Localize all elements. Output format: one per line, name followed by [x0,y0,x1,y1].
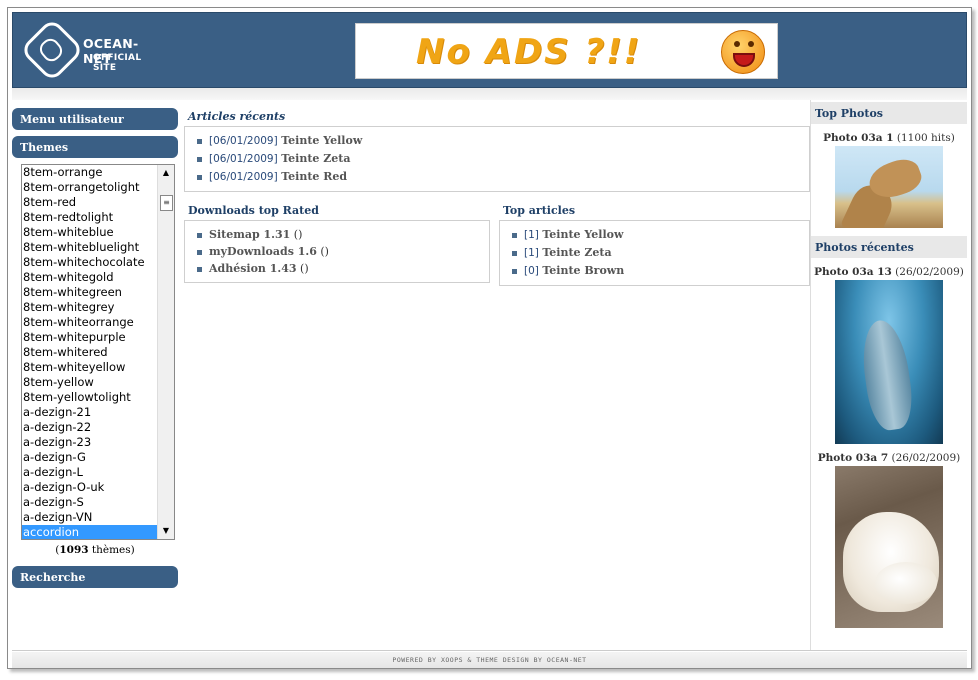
scroll-thumb[interactable]: ≡ [160,195,173,211]
top-articles-block: Top articles [1] Teinte Yellow [1] Teint… [499,202,810,286]
theme-option[interactable]: a-dezign-L [22,465,158,480]
recherche-title[interactable]: Recherche [12,566,178,588]
theme-option[interactable]: a-dezign-O-uk [22,480,158,495]
list-item[interactable]: [1] Teinte Yellow [512,226,809,244]
theme-option[interactable]: 8tem-orrange [22,165,158,180]
theme-option[interactable]: a-dezign-23 [22,435,158,450]
theme-option[interactable]: 8tem-whitered [22,345,158,360]
recent-photo-caption: Photo 03a 7 (26/02/2009) [817,452,961,464]
main-content: Articles récents [06/01/2009] Teinte Yel… [184,108,810,286]
theme-option[interactable]: 8tem-whitebluelight [22,240,158,255]
polar-bear-photo[interactable] [835,466,943,628]
bullet-icon [197,266,202,272]
footer-divider [12,650,967,651]
right-sidebar: Top Photos Photo 03a 1 (1100 hits) Photo… [810,100,967,650]
list-item[interactable]: Sitemap 1.31 () [197,226,489,243]
bullet-icon [197,249,202,255]
theme-count-number: 1093 [59,544,89,556]
theme-option[interactable]: a-dezign-G [22,450,158,465]
camel-photo[interactable] [835,146,943,228]
theme-items: 8tem-orrange 8tem-orrangetolight 8tem-red 8… [22,165,158,539]
mouth-icon [733,53,755,67]
theme-option[interactable]: a-dezign-VN [22,510,158,525]
dolphin-photo[interactable] [835,280,943,444]
logo-subtitle: OFFICIAL SITE [93,53,142,73]
eye-icon [748,41,754,47]
top-photo-caption: Photo 03a 1 (1100 hits) [823,132,955,144]
shocked-smiley-icon [721,30,765,74]
bullet-icon [197,232,202,238]
downloads-block: Downloads top Rated Sitemap 1.31 () myDo… [184,202,490,283]
list-item[interactable]: [06/01/2009] Teinte Yellow [197,132,809,150]
theme-option[interactable]: 8tem-red [22,195,158,210]
site-header: OCEAN-NET OFFICIAL SITE No ADS ?!! [12,12,967,88]
ad-banner[interactable]: No ADS ?!! [355,23,778,79]
recent-photos-title: Photos récentes [811,236,967,258]
list-item[interactable]: Adhésion 1.43 () [197,260,489,277]
theme-count: (1093 thèmes) [55,544,135,556]
list-item[interactable]: [06/01/2009] Teinte Zeta [197,150,809,168]
theme-option[interactable]: 8tem-whitechocolate [22,255,158,270]
theme-option[interactable]: accordion [22,525,158,539]
theme-option[interactable]: 8tem-whiteorrange [22,315,158,330]
banner-text: No ADS ?!! [416,32,642,72]
theme-option[interactable]: 8tem-redtolight [22,210,158,225]
top-articles-box: [1] Teinte Yellow [1] Teinte Zeta [0] Te… [499,220,810,286]
dolphin-body [857,317,917,433]
bullet-icon [197,156,202,162]
bullet-icon [512,232,517,238]
theme-option[interactable]: 8tem-whitegold [22,270,158,285]
theme-select-list[interactable]: 8tem-orrange 8tem-orrangetolight 8tem-red 8… [21,164,175,540]
recent-articles-box: [06/01/2009] Teinte Yellow [06/01/2009] … [184,126,810,192]
bullet-icon [512,268,517,274]
recent-photo-caption: Photo 03a 13 (26/02/2009) [814,266,964,278]
site-footer: POWERED BY XOOPS & THEME DESIGN BY OCEAN… [12,652,967,668]
menu-utilisateur-title[interactable]: Menu utilisateur [12,108,178,130]
top-photos-title: Top Photos [811,102,967,124]
downloads-title: Downloads top Rated [188,204,319,217]
theme-list-scrollbar[interactable]: ▲ ≡ ▼ [157,165,174,539]
bullet-icon [197,174,202,180]
theme-option[interactable]: a-dezign-S [22,495,158,510]
theme-option[interactable]: 8tem-whitegrey [22,300,158,315]
recent-articles-title: Articles récents [188,110,286,123]
page-frame: OCEAN-NET OFFICIAL SITE No ADS ?!! Menu … [7,7,972,669]
theme-option[interactable]: 8tem-whitegreen [22,285,158,300]
theme-option[interactable]: 8tem-orrangetolight [22,180,158,195]
list-item[interactable]: myDownloads 1.6 () [197,243,489,260]
bear-head [875,562,937,604]
theme-option[interactable]: 8tem-whitepurple [22,330,158,345]
theme-option[interactable]: a-dezign-21 [22,405,158,420]
list-item[interactable]: [06/01/2009] Teinte Red [197,168,809,186]
list-item[interactable]: [0] Teinte Brown [512,262,809,280]
header-stripe [12,88,967,100]
theme-option[interactable]: a-dezign-22 [22,420,158,435]
top-articles-title: Top articles [503,204,576,217]
theme-option[interactable]: 8tem-whiteblue [22,225,158,240]
themes-title[interactable]: Themes [12,136,178,158]
bullet-icon [197,138,202,144]
left-sidebar: Menu utilisateur Themes 8tem-orrange 8tem… [12,108,178,594]
downloads-box: Sitemap 1.31 () myDownloads 1.6 () Adhés… [184,220,490,283]
theme-option[interactable]: 8tem-yellow [22,375,158,390]
scroll-down-arrow-icon[interactable]: ▼ [160,525,172,537]
list-item[interactable]: [1] Teinte Zeta [512,244,809,262]
theme-count-suffix: thèmes) [88,544,135,556]
site-logo[interactable]: OCEAN-NET OFFICIAL SITE [19,17,163,83]
eye-icon [734,41,740,47]
theme-option[interactable]: 8tem-yellowtolight [22,390,158,405]
scroll-up-arrow-icon[interactable]: ▲ [160,167,172,179]
theme-option[interactable]: 8tem-whiteyellow [22,360,158,375]
bullet-icon [512,250,517,256]
